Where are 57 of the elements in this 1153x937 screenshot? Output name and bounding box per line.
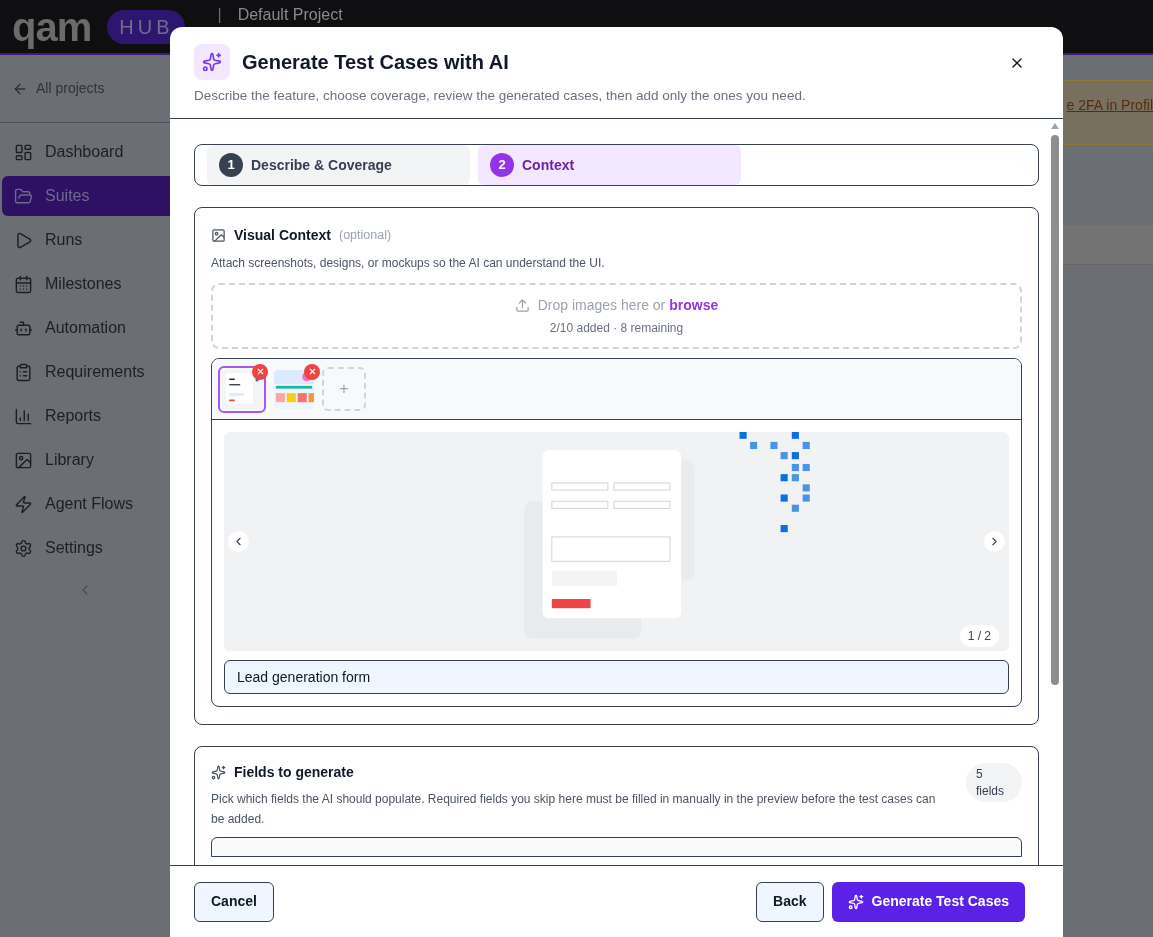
drop-zone[interactable]: Drop images here or browse 2/10 added · 8 remaining [211, 283, 1022, 349]
close-icon [255, 367, 265, 376]
sidebar-item[interactable]: Suites [2, 176, 170, 216]
logo-text: qam [12, 6, 92, 47]
sparkle-icon [211, 765, 226, 780]
sidebar-item[interactable]: Reports [2, 396, 170, 436]
sidebar-item[interactable]: Requirements [2, 352, 170, 392]
sidebar-item[interactable]: Settings [2, 528, 170, 568]
remove-badge[interactable] [304, 363, 320, 380]
field-count-badge: 5 fields [966, 763, 1022, 802]
section-title: Fields to generate [234, 763, 354, 782]
optional-label: (optional) [339, 227, 392, 245]
section-description: Pick which fields the AI should populate. Required fields you skip here must be filled in manually in the preview before the test cases can be added. [211, 791, 937, 828]
sidebar-item[interactable]: Library [2, 440, 170, 480]
step-number: 1 [219, 153, 243, 177]
image-icon [211, 228, 226, 243]
step-tab[interactable]: 1 Describe & Coverage [207, 145, 470, 185]
remove-badge[interactable] [252, 363, 268, 380]
upload-icon [514, 298, 530, 313]
step-number: 2 [490, 153, 514, 177]
section-description: Attach screenshots, designs, or mockups so the AI can understand the UI. [211, 255, 606, 272]
calendar-icon [14, 274, 33, 294]
separator: | [217, 5, 222, 25]
image-icon [14, 450, 33, 470]
back-button[interactable]: Back [756, 881, 824, 922]
image-counter: 2/10 added · 8 remaining [549, 320, 684, 337]
section-title: Visual Context [234, 226, 331, 245]
caption-field[interactable]: Lead generation form [224, 660, 1009, 694]
sparkle-icon [202, 52, 222, 72]
sidebar-item[interactable]: Dashboard [2, 132, 170, 172]
sidebar-item[interactable]: Milestones [2, 264, 170, 304]
clipboard-icon [14, 362, 33, 382]
drop-text: Drop images here or [537, 296, 666, 315]
back-link[interactable]: All projects [36, 78, 105, 99]
lightning-icon [14, 494, 33, 514]
sparkle-icon [847, 893, 864, 910]
add-image-button[interactable]: + [322, 367, 366, 411]
thumbnail[interactable] [218, 365, 266, 413]
robot-icon [14, 318, 33, 338]
dialog-title: Generate Test Cases with AI [242, 50, 509, 75]
cancel-button[interactable]: Cancel [194, 881, 274, 922]
browse-link[interactable]: browse [669, 295, 719, 316]
sidebar-item[interactable]: Automation [2, 308, 170, 348]
dialog-subtitle: Describe the feature, choose coverage, review the generated cases, then add only the ones you need. [194, 87, 807, 105]
close-icon [307, 367, 317, 376]
step-tab[interactable]: 2 Context [478, 145, 741, 185]
sidebar-item[interactable]: Agent Flows [2, 484, 170, 524]
settings-icon [14, 538, 33, 558]
bar-chart-icon [14, 406, 33, 426]
dashboard-icon [14, 142, 33, 162]
generate-button[interactable]: Generate Test Cases [831, 881, 1025, 922]
folder-icon [14, 186, 33, 206]
play-icon [14, 230, 33, 250]
sidebar-item[interactable]: Runs [2, 220, 170, 260]
project-name: Default Project [237, 5, 343, 25]
banner-link[interactable]: e 2FA in Profil [1066, 95, 1153, 144]
logo-badge: HUB [107, 9, 186, 44]
